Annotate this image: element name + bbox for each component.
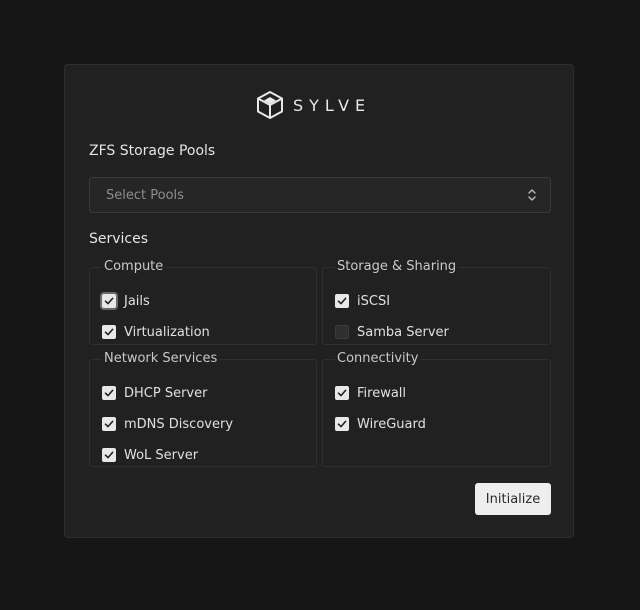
service-label: mDNS Discovery — [124, 416, 234, 432]
checkbox-virtualization[interactable] — [102, 325, 116, 339]
service-label: Firewall — [357, 385, 407, 401]
group-title-compute: Compute — [104, 259, 164, 274]
brand-name: SYLVE — [293, 95, 372, 115]
service-label: Virtualization — [124, 324, 210, 340]
checkbox-wol-server[interactable] — [102, 448, 116, 462]
initialize-button[interactable]: Initialize — [475, 483, 551, 515]
group-title-storage-sharing: Storage & Sharing — [337, 259, 457, 274]
group-title-network-services: Network Services — [104, 351, 218, 366]
service-label: WireGuard — [357, 416, 426, 432]
service-label: Samba Server — [357, 324, 449, 340]
checkbox-jails[interactable] — [102, 294, 116, 308]
service-label: DHCP Server — [124, 385, 208, 401]
service-label: iSCSI — [357, 293, 391, 309]
service-mdns-discovery[interactable]: mDNS Discovery — [102, 414, 233, 434]
check-icon — [104, 297, 114, 305]
checkbox-dhcp-server[interactable] — [102, 386, 116, 400]
service-firewall[interactable]: Firewall — [335, 383, 406, 403]
check-icon — [337, 389, 347, 397]
storage-sharing-group: Storage & Sharing iSCSI Samba Server — [322, 259, 551, 345]
setup-card: SYLVE ZFS Storage Pools Select Pools Ser… — [64, 64, 574, 538]
pools-select-placeholder: Select Pools — [106, 187, 184, 203]
network-services-group: Network Services DHCP Server mDNS Discov… — [89, 351, 317, 467]
checkbox-firewall[interactable] — [335, 386, 349, 400]
service-jails[interactable]: Jails — [102, 291, 150, 311]
check-icon — [104, 389, 114, 397]
cube-logo-icon — [257, 91, 283, 119]
pools-select[interactable]: Select Pools — [89, 177, 551, 213]
service-dhcp-server[interactable]: DHCP Server — [102, 383, 207, 403]
service-label: WoL Server — [124, 447, 199, 463]
service-iscsi[interactable]: iSCSI — [335, 291, 390, 311]
check-icon — [104, 420, 114, 428]
pools-label: ZFS Storage Pools — [89, 143, 216, 159]
group-title-connectivity: Connectivity — [337, 351, 419, 366]
check-icon — [337, 297, 347, 305]
check-icon — [337, 420, 347, 428]
connectivity-group: Connectivity Firewall WireGuard — [322, 351, 551, 467]
service-wol-server[interactable]: WoL Server — [102, 445, 198, 465]
checkbox-wireguard[interactable] — [335, 417, 349, 431]
checkbox-samba-server[interactable] — [335, 325, 349, 339]
service-wireguard[interactable]: WireGuard — [335, 414, 426, 434]
service-virtualization[interactable]: Virtualization — [102, 322, 210, 342]
checkbox-mdns-discovery[interactable] — [102, 417, 116, 431]
service-label: Jails — [124, 293, 150, 309]
brand-logo: SYLVE — [255, 89, 371, 121]
services-label: Services — [89, 231, 149, 247]
check-icon — [104, 328, 114, 336]
chevron-up-down-icon — [528, 189, 536, 201]
compute-group: Compute Jails Virtualization — [89, 259, 317, 345]
service-samba-server[interactable]: Samba Server — [335, 322, 449, 342]
check-icon — [104, 451, 114, 459]
checkbox-iscsi[interactable] — [335, 294, 349, 308]
